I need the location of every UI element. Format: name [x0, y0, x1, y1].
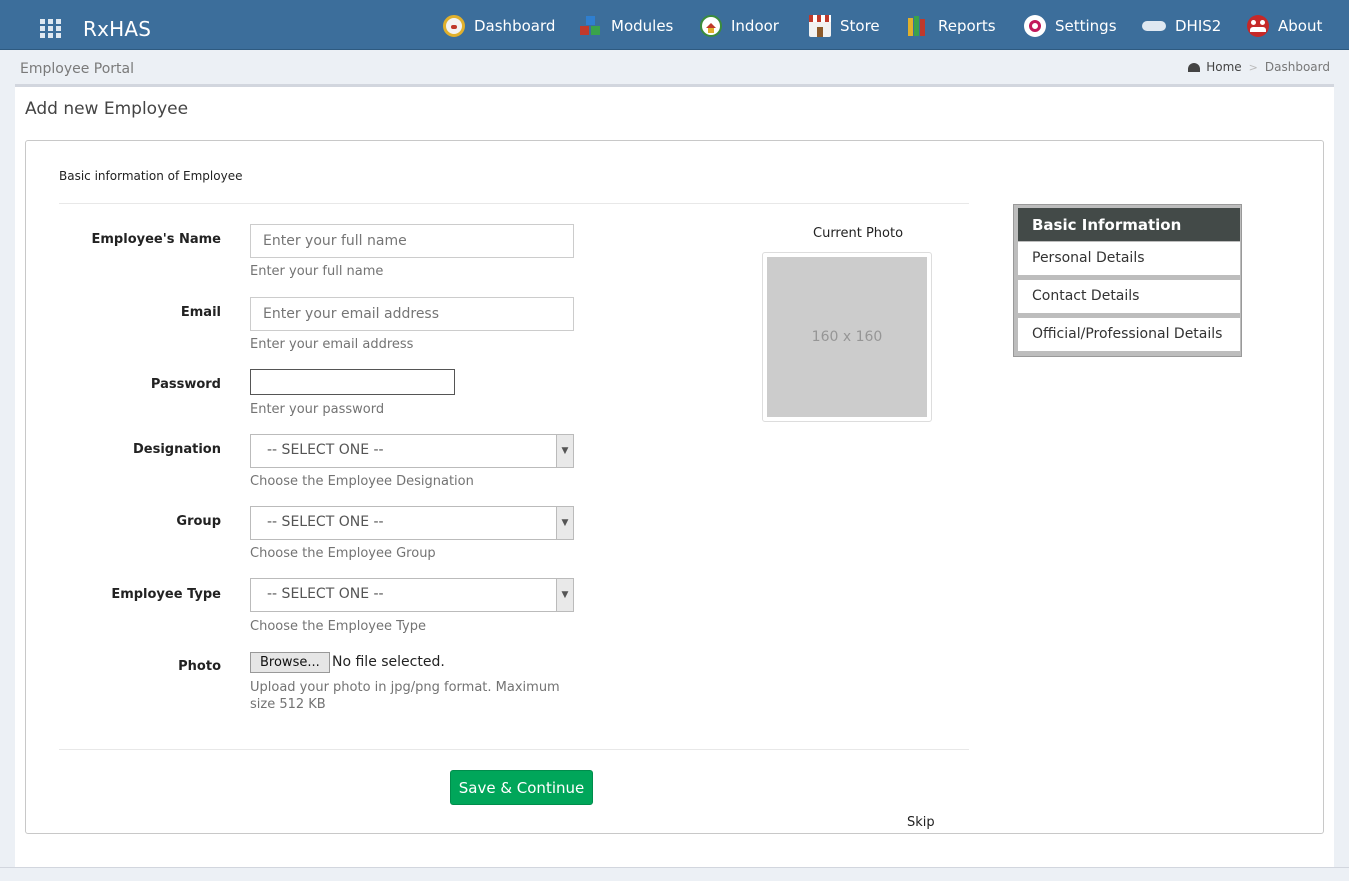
employee-type-label: Employee Type: [111, 587, 221, 602]
chevron-down-icon[interactable]: ▼: [556, 507, 573, 539]
portal-title: Employee Portal: [20, 61, 135, 77]
step-contact-details[interactable]: Contact Details: [1018, 280, 1240, 313]
breadcrumb-home[interactable]: Home: [1188, 60, 1242, 74]
brand-name[interactable]: RxHAS: [83, 17, 151, 41]
dhis2-logo-icon: [1142, 21, 1166, 31]
group-help: Choose the Employee Group: [250, 546, 436, 561]
current-photo-label: Current Photo: [813, 226, 904, 241]
designation-help: Choose the Employee Designation: [250, 474, 474, 489]
password-help: Enter your password: [250, 402, 385, 417]
password-label: Password: [150, 377, 221, 392]
employee-form-panel: Basic information of Employee Employee's…: [25, 140, 1324, 834]
step-basic-information[interactable]: Basic Information: [1018, 208, 1240, 241]
nav-indoor-label: Indoor: [731, 17, 779, 35]
nav-reports-label: Reports: [938, 17, 996, 35]
nav-indoor[interactable]: Indoor: [700, 13, 779, 39]
store-icon: [809, 15, 831, 37]
chevron-down-icon[interactable]: ▼: [556, 435, 573, 467]
nav-about[interactable]: About: [1247, 13, 1322, 39]
dashboard-icon: [1188, 62, 1201, 72]
group-select[interactable]: -- SELECT ONE -- ▼: [250, 506, 574, 540]
page-title: Add new Employee: [25, 99, 189, 119]
gear-icon: [1024, 15, 1046, 37]
breadcrumb-current: Dashboard: [1264, 60, 1330, 74]
email-help: Enter your email address: [250, 337, 414, 352]
email-label: Email: [180, 305, 221, 320]
nav-dashboard-label: Dashboard: [474, 17, 556, 35]
people-icon: [1247, 15, 1269, 37]
step-official-details[interactable]: Official/Professional Details: [1018, 318, 1240, 351]
nav-modules[interactable]: Modules: [580, 13, 673, 39]
section-title: Basic information of Employee: [59, 169, 243, 183]
footer-divider: [0, 867, 1349, 868]
speedometer-icon: [443, 15, 465, 37]
nav-settings[interactable]: Settings: [1024, 13, 1117, 39]
breadcrumb: Home > Dashboard: [1188, 60, 1330, 74]
form-steps-nav: Basic Information Personal Details Conta…: [1013, 204, 1242, 357]
apps-grid-icon[interactable]: [40, 19, 62, 39]
employee-type-select[interactable]: -- SELECT ONE -- ▼: [250, 578, 574, 612]
employee-type-select-value: -- SELECT ONE --: [267, 586, 384, 602]
nav-modules-label: Modules: [611, 17, 674, 35]
nav-settings-label: Settings: [1055, 17, 1117, 35]
content-header: Employee Portal Home > Dashboard: [0, 51, 1349, 84]
house-icon: [700, 15, 722, 37]
top-navbar: RxHAS Dashboard Modules Indoor Store Rep…: [0, 0, 1349, 50]
browse-button[interactable]: Browse...: [250, 652, 330, 673]
photo-preview: 160 x 160: [762, 252, 932, 422]
designation-select-value: -- SELECT ONE --: [267, 442, 384, 458]
books-icon: [907, 15, 929, 37]
nav-store-label: Store: [840, 17, 880, 35]
divider: [59, 749, 969, 750]
nav-dhis2-label: DHIS2: [1175, 17, 1222, 35]
group-label: Group: [176, 514, 221, 529]
chevron-down-icon[interactable]: ▼: [556, 579, 573, 611]
nav-about-label: About: [1278, 17, 1323, 35]
blocks-icon: [580, 15, 602, 37]
employee-type-help: Choose the Employee Type: [250, 619, 426, 634]
nav-store[interactable]: Store: [809, 13, 880, 39]
divider: [59, 203, 969, 204]
nav-reports[interactable]: Reports: [907, 13, 996, 39]
password-input[interactable]: [250, 369, 455, 395]
email-input[interactable]: [250, 297, 574, 331]
designation-label: Designation: [133, 442, 221, 457]
skip-link[interactable]: Skip: [907, 815, 935, 830]
photo-label: Photo: [178, 659, 221, 674]
name-help: Enter your full name: [250, 264, 384, 279]
designation-select[interactable]: -- SELECT ONE -- ▼: [250, 434, 574, 468]
name-label: Employee's Name: [91, 232, 222, 247]
nav-dashboard[interactable]: Dashboard: [443, 13, 555, 39]
save-continue-button[interactable]: Save & Continue: [450, 770, 593, 805]
group-select-value: -- SELECT ONE --: [267, 514, 384, 530]
name-input[interactable]: [250, 224, 574, 258]
nav-dhis2[interactable]: DHIS2: [1142, 13, 1221, 39]
main-content: Add new Employee Basic information of Em…: [15, 84, 1334, 867]
photo-help: Upload your photo in jpg/png format. Max…: [250, 680, 560, 712]
file-status: No file selected.: [332, 654, 445, 670]
breadcrumb-separator: >: [1248, 60, 1258, 74]
step-personal-details[interactable]: Personal Details: [1018, 242, 1240, 275]
breadcrumb-home-label: Home: [1206, 60, 1242, 74]
photo-placeholder: 160 x 160: [767, 257, 927, 417]
